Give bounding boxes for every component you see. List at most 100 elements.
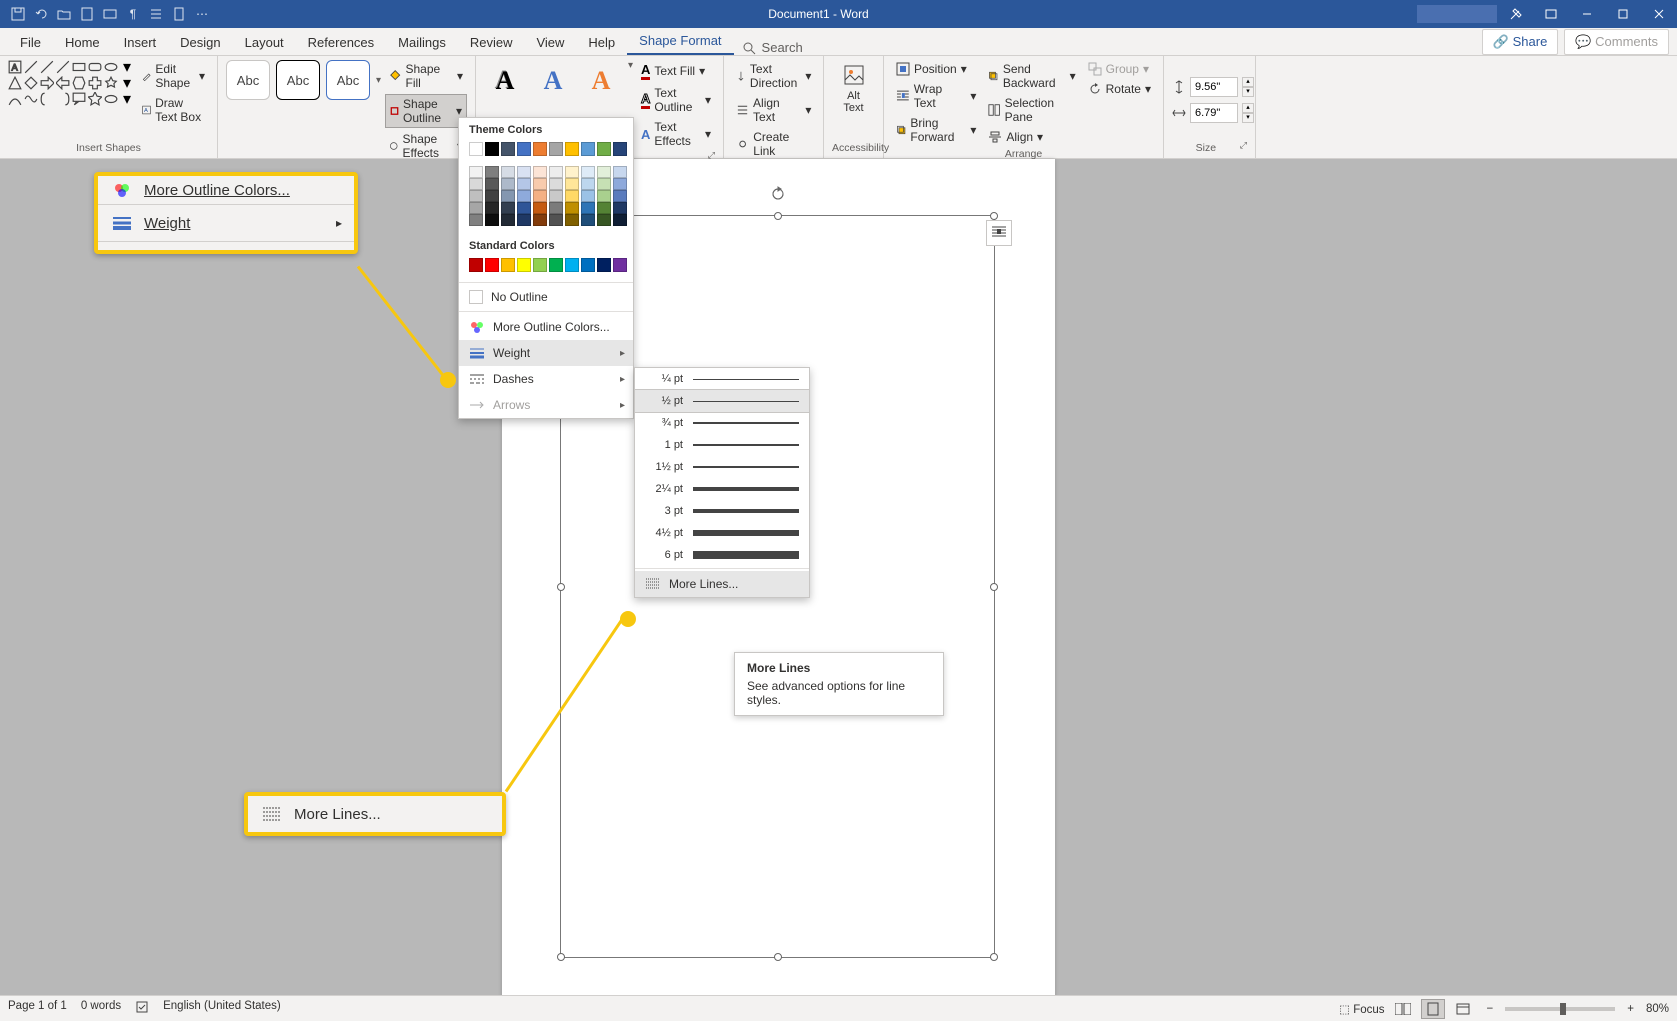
color-swatch[interactable] (597, 166, 611, 178)
paragraph-icon[interactable]: ¶ (123, 4, 143, 24)
edit-shape-button[interactable]: Edit Shape ▾ (138, 60, 209, 92)
ribbon-display-icon[interactable] (1533, 0, 1569, 28)
color-swatch[interactable] (533, 178, 547, 190)
zoom-in-button[interactable]: + (1621, 1003, 1640, 1015)
shape-gallery[interactable]: A ▾ ▾ (8, 60, 134, 106)
print-layout-icon[interactable] (1421, 999, 1445, 1019)
style-preset[interactable]: Abc (276, 60, 320, 100)
line-shape-icon[interactable] (24, 60, 38, 74)
folder-icon[interactable] (54, 4, 74, 24)
color-swatch[interactable] (581, 190, 595, 202)
spinner-down-icon[interactable]: ▾ (1242, 87, 1254, 97)
color-swatch[interactable] (469, 190, 483, 202)
shape-outline-button[interactable]: Shape Outline ▾ (385, 94, 467, 128)
color-swatch[interactable] (517, 166, 531, 178)
rect-shape-icon[interactable] (72, 60, 86, 74)
color-swatch[interactable] (533, 190, 547, 202)
resize-handle[interactable] (557, 953, 565, 961)
tab-design[interactable]: Design (168, 30, 232, 55)
resize-handle[interactable] (990, 212, 998, 220)
rotate-handle[interactable] (770, 186, 786, 207)
spinner-up-icon[interactable]: ▴ (1242, 103, 1254, 113)
height-field[interactable]: 9.56" ▴▾ (1172, 77, 1254, 97)
color-swatch[interactable] (469, 202, 483, 214)
zoom-level[interactable]: 80% (1646, 1003, 1669, 1015)
zoom-slider[interactable] (1505, 1007, 1615, 1011)
wordart-gallery[interactable]: A A A ▾ (484, 60, 633, 102)
read-mode-icon[interactable] (1391, 999, 1415, 1019)
create-link-button[interactable]: Create Link (732, 128, 815, 160)
user-area[interactable] (1417, 5, 1497, 23)
position-button[interactable]: Position ▾ (892, 60, 980, 78)
qat-btn[interactable] (169, 4, 189, 24)
tab-help[interactable]: Help (576, 30, 627, 55)
touch-mode-icon[interactable] (1497, 0, 1533, 28)
group-button[interactable]: Group ▾ (1084, 60, 1155, 78)
freeform-shape-icon[interactable] (24, 92, 38, 106)
theme-colors-grid[interactable] (459, 140, 633, 164)
tab-references[interactable]: References (296, 30, 386, 55)
resize-handle[interactable] (774, 212, 782, 220)
more-outline-colors-item[interactable]: More Outline Colors... (459, 314, 633, 340)
shape-fill-button[interactable]: Shape Fill ▾ (385, 60, 467, 92)
web-layout-icon[interactable] (1451, 999, 1475, 1019)
color-swatch[interactable] (485, 142, 499, 156)
tab-mailings[interactable]: Mailings (386, 30, 458, 55)
color-swatch[interactable] (565, 258, 579, 272)
color-swatch[interactable] (581, 214, 595, 226)
text-direction-button[interactable]: Text Direction ▾ (732, 60, 815, 92)
color-swatch[interactable] (501, 202, 515, 214)
qat-btn[interactable] (146, 4, 166, 24)
proofing-icon[interactable] (135, 1000, 149, 1017)
plus-shape-icon[interactable] (88, 76, 102, 90)
color-swatch[interactable] (549, 142, 563, 156)
comments-button[interactable]: 💬 Comments (1564, 29, 1669, 55)
tab-insert[interactable]: Insert (112, 30, 169, 55)
text-effects-button[interactable]: AText Effects ▾ (637, 118, 715, 150)
send-backward-button[interactable]: Send Backward ▾ (984, 60, 1079, 92)
color-swatch[interactable] (581, 202, 595, 214)
wordart-preset[interactable]: A (484, 60, 526, 102)
width-field[interactable]: 6.79" ▴▾ (1172, 103, 1254, 123)
color-swatch[interactable] (501, 258, 515, 272)
gallery-more-icon[interactable]: ▾ (376, 75, 381, 86)
weight-option[interactable]: 3 pt (635, 500, 809, 522)
align-text-button[interactable]: Align Text ▾ (732, 94, 815, 126)
draw-text-box-button[interactable]: ADraw Text Box (138, 94, 209, 126)
arrow-right-shape-icon[interactable] (40, 76, 54, 90)
color-swatch[interactable] (501, 166, 515, 178)
new-icon[interactable] (77, 4, 97, 24)
color-swatch[interactable] (613, 178, 627, 190)
resize-handle[interactable] (557, 583, 565, 591)
more-lines-item[interactable]: More Lines... (635, 571, 809, 597)
weight-option[interactable]: 1½ pt (635, 456, 809, 478)
rounded-rect-shape-icon[interactable] (88, 60, 102, 74)
dashes-item[interactable]: Dashes▸ (459, 366, 633, 392)
focus-mode[interactable]: ⬚ Focus (1339, 1002, 1384, 1016)
qat-more-icon[interactable]: ⋯ (192, 4, 212, 24)
tab-layout[interactable]: Layout (233, 30, 296, 55)
spinner-down-icon[interactable]: ▾ (1242, 113, 1254, 123)
color-swatch[interactable] (597, 142, 611, 156)
search-box[interactable]: Search (734, 40, 811, 55)
style-gallery[interactable]: Abc Abc Abc ▾ (226, 60, 381, 100)
color-swatch[interactable] (485, 214, 499, 226)
no-outline-item[interactable]: No Outline (459, 285, 633, 309)
tab-review[interactable]: Review (458, 30, 525, 55)
color-swatch[interactable] (549, 190, 563, 202)
resize-handle[interactable] (990, 953, 998, 961)
color-swatch[interactable] (485, 178, 499, 190)
color-swatch[interactable] (533, 214, 547, 226)
color-swatch[interactable] (613, 166, 627, 178)
wordart-preset[interactable]: A (532, 60, 574, 102)
align-button[interactable]: Align ▾ (984, 128, 1079, 146)
save-icon[interactable] (8, 4, 28, 24)
textbox-shape-icon[interactable]: A (8, 60, 22, 74)
undo-icon[interactable] (31, 4, 51, 24)
tab-view[interactable]: View (524, 30, 576, 55)
color-swatch[interactable] (581, 178, 595, 190)
spinner-up-icon[interactable]: ▴ (1242, 77, 1254, 87)
more-shapes-nav2[interactable]: ▾ (120, 92, 134, 106)
color-swatch[interactable] (501, 142, 515, 156)
color-swatch[interactable] (581, 142, 595, 156)
